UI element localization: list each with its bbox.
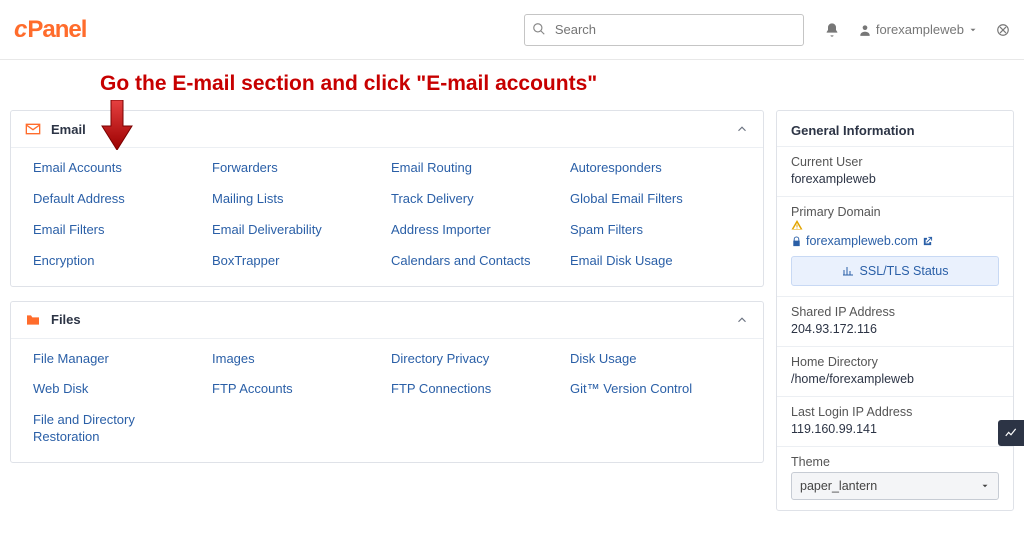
files-panel-header[interactable]: Files — [11, 302, 763, 339]
link-images[interactable]: Images — [212, 351, 362, 368]
link-boxtrapper[interactable]: BoxTrapper — [212, 253, 362, 270]
info-value: 119.160.99.141 — [791, 422, 999, 436]
ssl-status-button[interactable]: SSL/TLS Status — [791, 256, 999, 286]
info-primary-domain: Primary Domain forexampleweb.com SSL/TLS… — [777, 196, 1013, 296]
info-value: forexampleweb — [791, 172, 999, 186]
info-label: Theme — [791, 455, 999, 469]
search-input[interactable] — [524, 14, 804, 46]
chart-icon — [1004, 426, 1018, 440]
files-panel: Files File Manager Images Directory Priv… — [10, 301, 764, 464]
link-forwarders[interactable]: Forwarders — [212, 160, 362, 177]
user-name: forexampleweb — [876, 22, 964, 37]
info-last-login: Last Login IP Address 119.160.99.141 — [777, 396, 1013, 446]
email-panel: Email Email Accounts Forwarders Email Ro… — [10, 110, 764, 287]
link-ftp-accounts[interactable]: FTP Accounts — [212, 381, 362, 398]
user-icon — [858, 23, 872, 37]
general-info-card: General Information Current User forexam… — [776, 110, 1014, 511]
link-mailing-lists[interactable]: Mailing Lists — [212, 191, 362, 208]
link-email-accounts[interactable]: Email Accounts — [33, 160, 183, 177]
external-link-icon — [922, 236, 933, 247]
info-shared-ip: Shared IP Address 204.93.172.116 — [777, 296, 1013, 346]
link-address-importer[interactable]: Address Importer — [391, 222, 541, 239]
search-box[interactable] — [524, 14, 804, 46]
info-label: Last Login IP Address — [791, 405, 999, 419]
info-value: 204.93.172.116 — [791, 322, 999, 336]
link-calendars-contacts[interactable]: Calendars and Contacts — [391, 253, 541, 270]
info-label: Current User — [791, 155, 999, 169]
link-encryption[interactable]: Encryption — [33, 253, 183, 270]
logo-panel: Panel — [27, 16, 86, 44]
link-email-deliverability[interactable]: Email Deliverability — [212, 222, 362, 239]
link-file-directory-restoration[interactable]: File and Directory Restoration — [33, 412, 183, 446]
link-email-filters[interactable]: Email Filters — [33, 222, 183, 239]
chevron-up-icon — [735, 313, 749, 327]
info-label: Home Directory — [791, 355, 999, 369]
search-icon — [532, 22, 546, 36]
link-git-version-control[interactable]: Git™ Version Control — [570, 381, 720, 398]
files-panel-title: Files — [51, 312, 81, 327]
link-autoresponders[interactable]: Autoresponders — [570, 160, 720, 177]
caret-down-icon — [980, 481, 990, 491]
email-panel-body: Email Accounts Forwarders Email Routing … — [11, 148, 763, 286]
info-theme: Theme paper_lantern — [777, 446, 1013, 510]
link-ftp-connections[interactable]: FTP Connections — [391, 381, 541, 398]
link-web-disk[interactable]: Web Disk — [33, 381, 183, 398]
logo: cPanel — [14, 16, 86, 44]
email-panel-header[interactable]: Email — [11, 111, 763, 148]
theme-select[interactable]: paper_lantern — [791, 472, 999, 500]
link-directory-privacy[interactable]: Directory Privacy — [391, 351, 541, 368]
link-spam-filters[interactable]: Spam Filters — [570, 222, 720, 239]
logout-icon[interactable] — [996, 23, 1010, 37]
files-panel-body: File Manager Images Directory Privacy Di… — [11, 339, 763, 463]
folder-icon — [25, 312, 41, 328]
warning-icon — [791, 219, 999, 231]
link-email-disk-usage[interactable]: Email Disk Usage — [570, 253, 720, 270]
info-title: General Information — [777, 111, 1013, 146]
logo-c: c — [14, 16, 26, 44]
info-label: Shared IP Address — [791, 305, 999, 319]
link-file-manager[interactable]: File Manager — [33, 351, 183, 368]
chevron-down-icon — [968, 25, 978, 35]
link-email-routing[interactable]: Email Routing — [391, 160, 541, 177]
bell-icon[interactable] — [824, 22, 840, 38]
info-value: /home/forexampleweb — [791, 372, 999, 386]
mail-icon — [25, 121, 41, 137]
lock-icon — [791, 236, 802, 247]
user-menu[interactable]: forexampleweb — [858, 22, 978, 37]
stats-icon — [842, 265, 854, 277]
info-home-dir: Home Directory /home/forexampleweb — [777, 346, 1013, 396]
top-bar: cPanel forexampleweb — [0, 0, 1024, 60]
floating-stats-tab[interactable] — [998, 420, 1024, 446]
info-label: Primary Domain — [791, 205, 999, 231]
info-current-user: Current User forexampleweb — [777, 146, 1013, 196]
link-default-address[interactable]: Default Address — [33, 191, 183, 208]
email-panel-title: Email — [51, 122, 86, 137]
primary-domain-link[interactable]: forexampleweb.com — [791, 234, 999, 248]
link-global-email-filters[interactable]: Global Email Filters — [570, 191, 720, 208]
chevron-up-icon — [735, 122, 749, 136]
link-disk-usage[interactable]: Disk Usage — [570, 351, 720, 368]
link-track-delivery[interactable]: Track Delivery — [391, 191, 541, 208]
